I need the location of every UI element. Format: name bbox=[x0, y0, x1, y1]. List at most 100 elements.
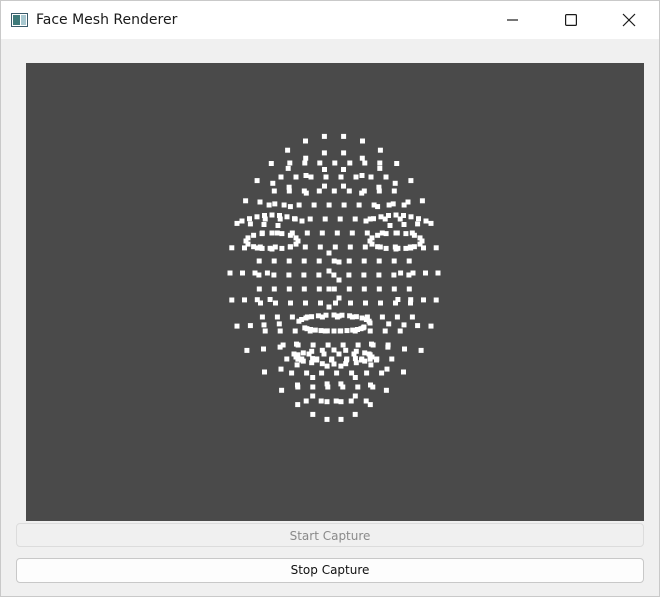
landmark-point bbox=[269, 212, 275, 218]
landmark-point bbox=[419, 198, 425, 204]
landmark-point bbox=[280, 342, 286, 348]
landmark-point bbox=[272, 201, 278, 207]
landmark-point bbox=[234, 323, 240, 329]
landmark-point bbox=[296, 202, 302, 208]
landmark-point bbox=[331, 347, 337, 353]
landmark-point bbox=[322, 216, 328, 222]
landmark-point bbox=[292, 216, 297, 222]
landmark-point bbox=[331, 188, 337, 194]
start-capture-button[interactable]: Start Capture bbox=[16, 523, 644, 547]
stop-capture-button[interactable]: Stop Capture bbox=[16, 558, 644, 583]
landmark-point bbox=[254, 214, 260, 220]
landmark-point bbox=[375, 232, 381, 238]
title-bar[interactable]: Face Mesh Renderer bbox=[1, 1, 659, 39]
landmark-point bbox=[308, 174, 314, 180]
landmark-point bbox=[281, 202, 287, 208]
landmark-point bbox=[393, 230, 399, 236]
landmark-point bbox=[386, 213, 391, 218]
landmark-point bbox=[433, 297, 439, 303]
landmark-point bbox=[346, 272, 352, 278]
landmark-point bbox=[259, 314, 265, 320]
minimize-button[interactable] bbox=[484, 1, 542, 39]
landmark-point bbox=[376, 286, 382, 292]
landmark-point bbox=[349, 230, 355, 236]
landmark-point bbox=[428, 323, 434, 329]
landmark-point bbox=[421, 297, 426, 303]
landmark-point bbox=[302, 160, 308, 166]
landmark-point bbox=[274, 314, 280, 320]
landmark-point bbox=[383, 387, 389, 393]
landmark-point bbox=[329, 357, 334, 363]
close-button[interactable] bbox=[600, 1, 658, 39]
landmark-point bbox=[234, 220, 240, 226]
landmark-point bbox=[307, 216, 313, 222]
landmark-point bbox=[347, 313, 353, 319]
landmark-point bbox=[287, 204, 293, 210]
landmark-point bbox=[401, 213, 406, 218]
landmark-point bbox=[415, 323, 421, 329]
landmark-point bbox=[286, 188, 292, 194]
landmark-point bbox=[350, 327, 356, 333]
landmark-point bbox=[393, 300, 398, 306]
landmark-point bbox=[293, 174, 299, 180]
landmark-point bbox=[391, 258, 397, 264]
landmark-point bbox=[287, 232, 293, 238]
landmark-point bbox=[295, 384, 301, 390]
landmark-point bbox=[326, 268, 332, 274]
landmark-point bbox=[285, 147, 291, 153]
landmark-point bbox=[310, 342, 316, 348]
landmark-point bbox=[382, 328, 388, 334]
landmark-point bbox=[351, 351, 357, 357]
landmark-point bbox=[261, 222, 267, 227]
landmark-point bbox=[245, 235, 251, 241]
landmark-point bbox=[256, 258, 262, 264]
landmark-point bbox=[296, 318, 302, 324]
landmark-point bbox=[371, 216, 376, 222]
landmark-point bbox=[403, 245, 409, 251]
landmark-point bbox=[256, 272, 262, 278]
landmark-point bbox=[286, 258, 292, 264]
landmark-point bbox=[393, 212, 399, 218]
landmark-point bbox=[300, 350, 306, 356]
landmark-point bbox=[423, 270, 428, 276]
landmark-point bbox=[277, 328, 283, 334]
landmark-point bbox=[411, 244, 417, 250]
maximize-button[interactable] bbox=[542, 1, 600, 39]
landmark-point bbox=[349, 370, 355, 376]
landmark-point bbox=[416, 216, 421, 222]
landmark-point bbox=[259, 231, 265, 237]
landmark-point bbox=[397, 328, 403, 334]
landmark-point bbox=[383, 231, 389, 237]
landmark-point bbox=[318, 328, 324, 334]
landmark-point bbox=[363, 398, 369, 404]
landmark-point bbox=[334, 370, 340, 376]
landmark-point bbox=[257, 199, 263, 205]
landmark-point bbox=[377, 165, 383, 171]
landmark-point bbox=[370, 384, 376, 390]
landmark-point bbox=[261, 322, 267, 328]
landmark-point bbox=[376, 272, 382, 278]
landmark-point bbox=[339, 312, 345, 318]
landmark-point bbox=[341, 150, 347, 156]
landmark-point bbox=[264, 270, 270, 276]
landmark-point bbox=[393, 246, 399, 252]
landmark-point bbox=[352, 393, 358, 399]
landmark-point bbox=[262, 213, 267, 218]
landmark-point bbox=[338, 399, 344, 405]
landmark-point bbox=[242, 297, 247, 303]
landmark-point bbox=[243, 198, 249, 204]
landmark-point bbox=[408, 178, 414, 184]
landmark-point bbox=[321, 150, 327, 156]
landmark-point bbox=[336, 351, 342, 357]
landmark-point bbox=[336, 259, 342, 265]
landmark-point bbox=[304, 230, 310, 236]
landmark-point bbox=[331, 328, 337, 334]
landmark-point bbox=[303, 315, 309, 321]
landmark-point bbox=[303, 398, 309, 404]
landmark-point bbox=[402, 346, 407, 352]
landmark-point bbox=[284, 356, 290, 362]
landmark-point bbox=[299, 357, 304, 363]
landmark-point bbox=[401, 222, 407, 227]
landmark-point bbox=[415, 221, 421, 227]
landmark-point bbox=[326, 202, 332, 208]
